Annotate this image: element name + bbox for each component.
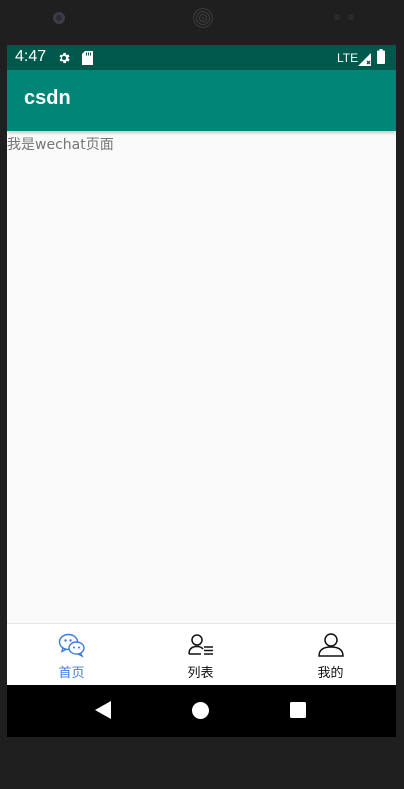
nav-tab-home-label: 首页 bbox=[58, 666, 85, 681]
device-frame: 4:47 LTE csdn 我是wechat页面 首页 列表 我的 bbox=[0, 0, 404, 789]
nav-tab-list-label: 列表 bbox=[187, 666, 214, 681]
settings-gear-icon bbox=[57, 50, 71, 69]
nav-tab-profile[interactable]: 我的 bbox=[266, 624, 395, 686]
back-icon[interactable] bbox=[95, 701, 111, 723]
profile-icon bbox=[317, 632, 345, 658]
status-bar: 4:47 LTE bbox=[7, 45, 396, 70]
home-icon[interactable] bbox=[192, 702, 209, 723]
wechat-icon bbox=[58, 632, 86, 658]
nav-tab-list[interactable]: 列表 bbox=[136, 624, 265, 686]
bottom-navigation: 首页 列表 我的 bbox=[7, 623, 396, 686]
screen: 4:47 LTE csdn 我是wechat页面 首页 列表 我的 bbox=[7, 45, 396, 737]
app-title: csdn bbox=[24, 87, 71, 109]
page-content-text: 我是wechat页面 bbox=[7, 137, 114, 153]
sd-card-icon bbox=[82, 50, 93, 69]
contacts-list-icon bbox=[187, 632, 215, 658]
front-camera bbox=[53, 12, 65, 24]
status-time: 4:47 bbox=[15, 48, 47, 65]
signal-icon bbox=[358, 51, 371, 70]
nav-tab-profile-label: 我的 bbox=[317, 666, 344, 681]
system-navigation-bar bbox=[7, 685, 396, 737]
nav-tab-home[interactable]: 首页 bbox=[7, 624, 136, 686]
light-sensor bbox=[348, 14, 354, 20]
network-type: LTE bbox=[337, 51, 359, 65]
app-bar: csdn bbox=[7, 70, 396, 131]
proximity-sensor bbox=[334, 14, 340, 20]
battery-icon bbox=[377, 49, 385, 68]
recents-icon[interactable] bbox=[290, 702, 306, 722]
earpiece-speaker bbox=[193, 8, 213, 28]
